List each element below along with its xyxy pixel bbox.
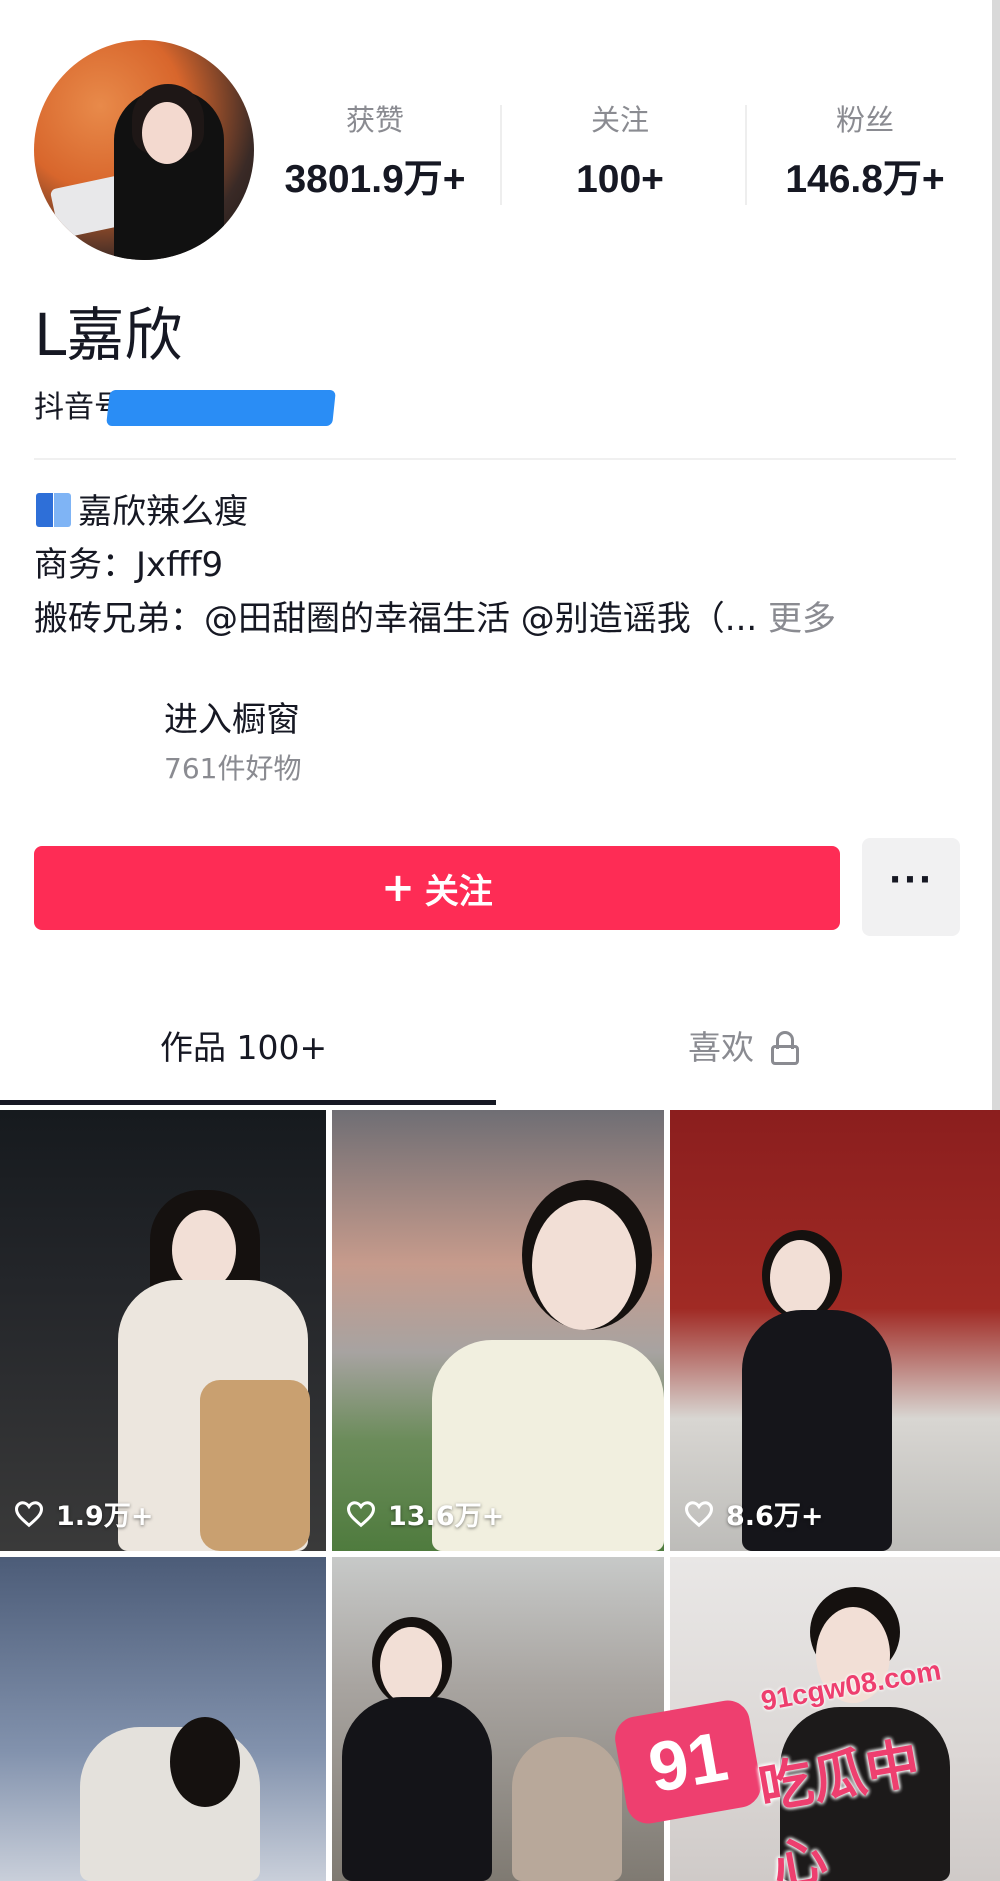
window-edge — [992, 0, 1000, 1110]
video-likes-count: 13.6万+ — [388, 1501, 505, 1532]
divider — [34, 458, 956, 460]
thumb-child — [512, 1737, 622, 1881]
watermark-number: 91 — [611, 1697, 765, 1827]
thumb-suit — [342, 1697, 492, 1881]
username: L嘉欣 — [34, 301, 183, 369]
stat-followers[interactable]: 粉丝 146.8万+ — [745, 100, 985, 202]
bio-mentions: 搬砖兄弟：@田甜圈的幸福生活 @别造谣我（... — [34, 599, 758, 639]
video-likes: 1.9万+ — [14, 1494, 153, 1533]
bio-line-2: 商务：Jxfff9 — [34, 545, 224, 585]
bio-title: 嘉欣辣么瘦 — [78, 492, 248, 532]
video-likes-count: 8.6万+ — [726, 1501, 824, 1532]
thumb-face — [532, 1200, 636, 1330]
more-dots-icon: ··· — [888, 860, 934, 900]
heart-icon — [14, 1500, 44, 1528]
stat-divider — [745, 105, 747, 205]
lock-icon — [770, 1031, 800, 1065]
stat-value: 3801.9万+ — [284, 158, 466, 201]
avatar-face — [142, 102, 192, 164]
thumb-scarf — [200, 1380, 310, 1551]
video-likes: 13.6万+ — [346, 1494, 504, 1533]
shop-entry[interactable]: 进入橱窗 — [164, 697, 300, 743]
video-likes: 8.6万+ — [684, 1494, 823, 1533]
tab-likes[interactable]: 喜欢 — [688, 1025, 800, 1071]
profile-stats: 获赞 3801.9万+ 关注 100+ 粉丝 146.8万+ — [255, 100, 985, 220]
active-tab-indicator — [0, 1100, 496, 1105]
follow-label: 关注 — [424, 871, 493, 912]
watermark-name: 吃瓜中心 — [754, 1730, 925, 1881]
thumb-face — [770, 1240, 830, 1316]
plus-icon: + — [381, 865, 415, 911]
bio-line-3: 搬砖兄弟：@田甜圈的幸福生活 @别造谣我（... 更多 — [34, 597, 836, 641]
tab-likes-label: 喜欢 — [688, 1028, 754, 1067]
video-thumbnail[interactable] — [332, 1557, 664, 1881]
follow-button[interactable]: + 关注 — [34, 846, 840, 930]
video-thumbnail[interactable]: 8.6万+ — [670, 1110, 1000, 1551]
stat-label: 关注 — [590, 103, 649, 137]
more-options-button[interactable]: ··· — [862, 838, 960, 936]
stat-label: 获赞 — [345, 103, 404, 137]
heart-icon — [684, 1500, 714, 1528]
tab-works[interactable]: 作品 100+ — [160, 1025, 327, 1071]
thumb-face — [380, 1627, 442, 1705]
stat-label: 粉丝 — [835, 103, 894, 137]
video-thumbnail[interactable]: 1.9万+ — [0, 1110, 326, 1551]
video-thumbnail[interactable]: 13.6万+ — [332, 1110, 664, 1551]
stat-likes-received[interactable]: 获赞 3801.9万+ — [255, 100, 495, 202]
thumb-hair — [170, 1717, 240, 1807]
heart-icon — [346, 1500, 376, 1528]
stat-value: 146.8万+ — [785, 158, 945, 201]
bio-more-link[interactable]: 更多 — [768, 599, 836, 639]
bio-line-1: 嘉欣辣么瘦 — [34, 490, 248, 534]
video-likes-count: 1.9万+ — [56, 1501, 154, 1532]
shop-item-count: 761件好物 — [164, 752, 302, 785]
redaction-mark — [106, 390, 336, 426]
thumb-face — [172, 1210, 236, 1290]
stat-value: 100+ — [576, 158, 664, 201]
watermark-logo: 91 91cgw08.com 吃瓜中心 — [611, 1654, 960, 1881]
stat-divider — [500, 105, 502, 205]
avatar[interactable] — [34, 40, 254, 260]
stat-following[interactable]: 关注 100+ — [500, 100, 740, 202]
book-icon — [34, 491, 74, 529]
video-thumbnail[interactable] — [0, 1557, 326, 1881]
